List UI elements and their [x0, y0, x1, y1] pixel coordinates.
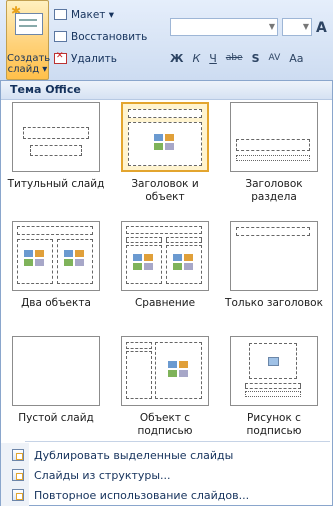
reset-icon	[54, 31, 67, 42]
theme-title: Тема Office	[10, 83, 81, 96]
create-slide-label: Создать слайд ▾	[7, 53, 51, 75]
layout-caption: Титульный слайд	[7, 178, 105, 190]
layout-thumbnail	[12, 102, 100, 172]
layout-title-content[interactable]: Заголовок и объект	[115, 102, 215, 203]
content-icons	[64, 250, 86, 266]
font-name-combo[interactable]: ▼	[170, 18, 278, 36]
layout-button[interactable]: Макет ▾	[54, 6, 114, 23]
layout-thumbnail	[230, 221, 318, 291]
char-spacing-button[interactable]: AV	[269, 53, 281, 63]
content-icons	[133, 254, 155, 270]
create-slide-button[interactable]: ✱ Создать слайд ▾	[6, 0, 51, 80]
layout-blank[interactable]: Пустой слайд	[6, 336, 106, 436]
gallery-header: Тема Office	[1, 81, 332, 100]
new-slide-icon	[15, 13, 43, 35]
layout-caption: Два объекта	[21, 297, 91, 309]
ribbon-strip: ✱ Создать слайд ▾ Макет ▾ Восстановить У…	[0, 0, 333, 81]
font-size-combo[interactable]: ▼	[282, 18, 312, 36]
layout-thumbnail	[121, 221, 209, 291]
layout-caption: Заголовок и объект	[131, 178, 199, 203]
slides-from-outline-command[interactable]: Слайды из структуры...	[1, 465, 332, 485]
picture-icon	[268, 357, 279, 366]
content-icons	[173, 254, 195, 270]
grow-font-button[interactable]: A	[316, 20, 327, 36]
content-icons	[154, 134, 176, 150]
layout-caption: Объект с подписью	[137, 412, 193, 437]
chevron-down-icon[interactable]: ▼	[269, 22, 275, 31]
layout-picture-caption[interactable]: Рисунок с подписью	[224, 336, 324, 437]
reuse-slides-command[interactable]: Повторное использование слайдов...	[1, 485, 332, 505]
duplicate-slides-command[interactable]: Дублировать выделенные слайды	[1, 445, 332, 465]
layout-thumbnail	[121, 102, 209, 172]
chevron-down-icon[interactable]: ▼	[303, 22, 309, 31]
layout-caption: Пустой слайд	[18, 412, 94, 424]
layout-two-content[interactable]: Два объекта	[6, 221, 106, 321]
outline-icon	[12, 469, 24, 481]
layout-section-header[interactable]: Заголовок раздела	[224, 102, 324, 203]
menu-separator	[25, 441, 330, 442]
delete-button[interactable]: Удалить	[54, 50, 117, 67]
italic-button[interactable]: К	[192, 52, 200, 65]
layout-content-caption[interactable]: Объект с подписью	[115, 336, 215, 437]
content-icons	[168, 361, 190, 377]
layout-comparison[interactable]: Сравнение	[115, 221, 215, 321]
layout-thumbnail	[121, 336, 209, 406]
layout-gallery: Тема Office Титульный слайд Заголовок и …	[0, 80, 333, 506]
delete-icon	[54, 51, 67, 64]
layout-caption: Рисунок с подписью	[246, 412, 302, 437]
layout-title-slide[interactable]: Титульный слайд	[6, 102, 106, 202]
shadow-button[interactable]: S	[252, 52, 260, 65]
strikethrough-button[interactable]: abe	[226, 53, 243, 63]
duplicate-icon	[12, 449, 24, 461]
layout-caption: Только заголовок	[225, 297, 323, 309]
change-case-button[interactable]: Аа	[289, 52, 303, 65]
layout-thumbnail	[230, 102, 318, 172]
reset-button[interactable]: Восстановить	[54, 28, 147, 45]
layout-thumbnail	[230, 336, 318, 406]
format-toolbar: Ж К Ч abe S AV Аа	[170, 48, 333, 68]
layout-thumbnail	[12, 336, 100, 406]
underline-button[interactable]: Ч	[209, 52, 217, 65]
layout-caption: Заголовок раздела	[245, 178, 303, 203]
layout-thumbnail	[12, 221, 100, 291]
reuse-icon	[12, 489, 24, 501]
layout-caption: Сравнение	[134, 297, 196, 309]
bold-button[interactable]: Ж	[170, 52, 183, 65]
layout-icon	[54, 9, 67, 20]
font-controls: ▼ ▼	[170, 18, 330, 38]
content-icons	[24, 250, 46, 266]
layout-title-only[interactable]: Только заголовок	[224, 221, 324, 321]
